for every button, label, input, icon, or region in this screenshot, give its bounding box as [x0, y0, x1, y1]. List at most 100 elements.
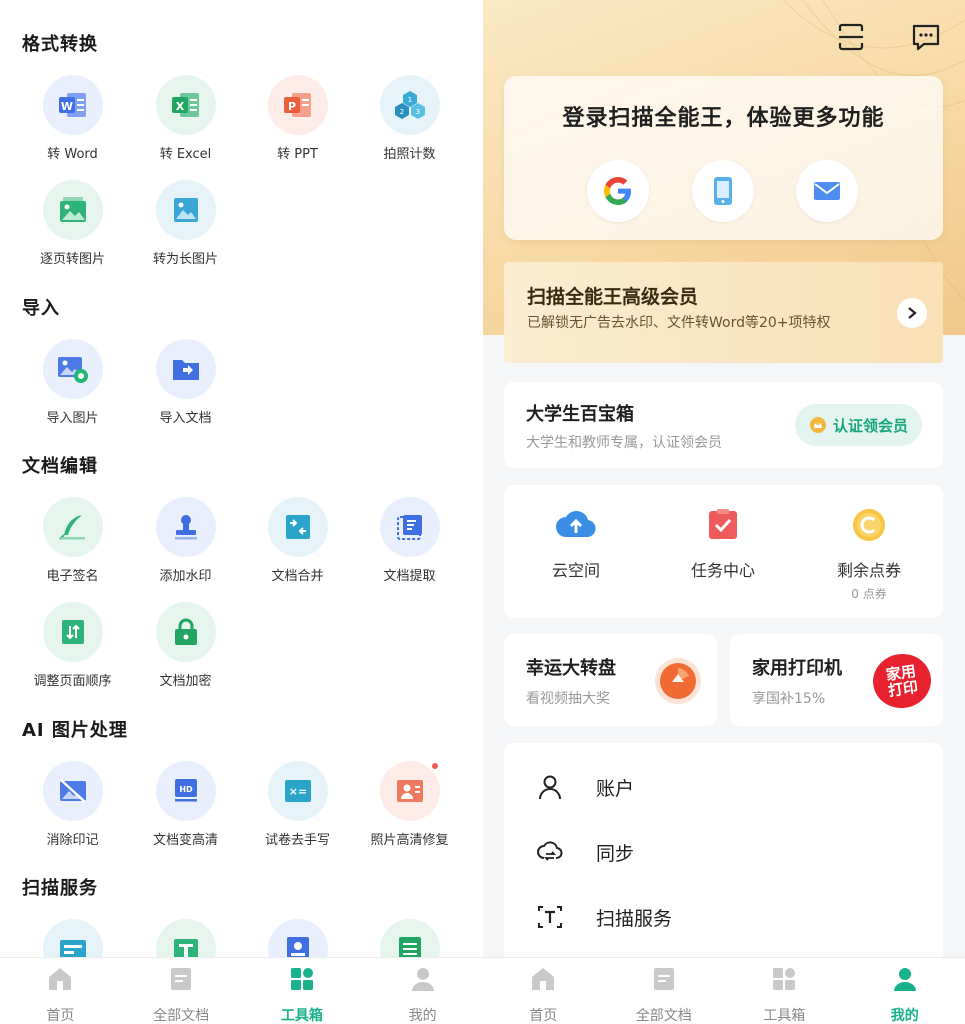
- tool-page-to-image[interactable]: 逐页转图片: [16, 180, 129, 267]
- tool-to-excel[interactable]: X 转 Excel: [129, 75, 242, 162]
- scan-icon[interactable]: [836, 22, 866, 52]
- tab-toolbox[interactable]: 工具箱: [242, 958, 363, 1024]
- settings-menu: 账户 同步 扫描服务: [504, 743, 943, 963]
- bottom-tab-bar: 首页 全部文档 工具箱 我的: [0, 957, 483, 1024]
- tool-watermark[interactable]: 添加水印: [129, 497, 242, 584]
- tool-encrypt[interactable]: 文档加密: [129, 602, 242, 689]
- message-icon[interactable]: [911, 22, 941, 52]
- printer-card[interactable]: 家用打印机 享国补15% 家用打印: [730, 634, 943, 726]
- student-card[interactable]: 大学生百宝箱 大学生和教师专属，认证领会员 认证领会员: [504, 382, 943, 468]
- signature-icon: [42, 497, 103, 557]
- tool-remove-handwriting[interactable]: ×= 试卷去手写: [241, 761, 354, 848]
- remove-handwriting-icon: ×=: [267, 761, 328, 821]
- coupon-item[interactable]: 剩余点券 0 点券: [799, 507, 939, 602]
- menu-item-sync[interactable]: 同步: [504, 820, 943, 884]
- printer-badge-text: 家用打印: [884, 662, 920, 700]
- toolbox-icon: [290, 968, 313, 990]
- login-title: 登录扫描全能王，体验更多功能: [562, 106, 885, 131]
- google-login-button[interactable]: [587, 160, 649, 222]
- vip-arrow-button[interactable]: [897, 298, 927, 328]
- student-title: 大学生百宝箱: [526, 404, 634, 425]
- tab-label: 首页: [529, 1008, 558, 1024]
- photo-count-icon: 12 3: [379, 75, 440, 135]
- svg-text:P: P: [287, 100, 295, 113]
- tool-label: 试卷去手写: [264, 833, 330, 848]
- tool-merge[interactable]: 文档合并: [241, 497, 354, 584]
- bottom-tab-bar: 首页 全部文档 工具箱 我的: [483, 957, 965, 1024]
- tab-label: 全部文档: [635, 1008, 692, 1024]
- tool-import-doc[interactable]: 导入文档: [129, 339, 242, 426]
- home-icon: [49, 968, 72, 990]
- vip-title: 扫描全能王高级会员: [527, 286, 699, 308]
- tool-reorder[interactable]: 调整页面顺序: [16, 602, 129, 689]
- tool-label: 转 Word: [47, 147, 98, 162]
- tool-label: 电子签名: [46, 569, 99, 584]
- stat-label: 云空间: [551, 561, 600, 580]
- extract-icon: [379, 497, 440, 557]
- svg-text:3: 3: [415, 108, 419, 116]
- tab-toolbox[interactable]: 工具箱: [724, 958, 845, 1024]
- certify-button[interactable]: 认证领会员: [794, 404, 922, 446]
- menu-item-scan-service[interactable]: 扫描服务: [504, 885, 943, 949]
- tab-home[interactable]: 首页: [0, 958, 121, 1024]
- erase-mark-icon: [42, 761, 103, 821]
- svg-text:×=: ×=: [288, 785, 306, 798]
- scan-service-icon: [538, 906, 562, 928]
- tool-photo-count[interactable]: 12 3 拍照计数: [353, 75, 466, 162]
- stat-label: 任务中心: [690, 561, 755, 580]
- tool-label: 添加水印: [159, 569, 212, 584]
- profile-icon: [411, 968, 434, 991]
- task-center-item[interactable]: 任务中心: [653, 507, 793, 581]
- tab-home[interactable]: 首页: [483, 958, 604, 1024]
- section-title-format: 格式转换: [22, 34, 98, 55]
- reorder-icon: [42, 602, 103, 662]
- notification-dot: [429, 761, 440, 771]
- phone-login-button[interactable]: [692, 160, 754, 222]
- email-login-button[interactable]: [796, 160, 858, 222]
- svg-text:HD: HD: [179, 785, 193, 794]
- tool-to-word[interactable]: W 转 Word: [16, 75, 129, 162]
- sync-icon: [537, 841, 563, 861]
- tool-signature[interactable]: 电子签名: [16, 497, 129, 584]
- menu-label: 同步: [596, 842, 635, 865]
- section-title-import: 导入: [22, 298, 60, 319]
- tab-documents[interactable]: 全部文档: [121, 958, 242, 1024]
- stat-label: 剩余点券: [836, 561, 901, 580]
- tool-extract[interactable]: 文档提取: [353, 497, 466, 584]
- certify-button-label: 认证领会员: [832, 416, 908, 435]
- lucky-wheel-card[interactable]: 幸运大转盘 看视频抽大奖: [504, 634, 717, 726]
- tool-long-image[interactable]: 转为长图片: [129, 180, 242, 267]
- menu-item-account[interactable]: 账户: [504, 755, 943, 819]
- chevron-right-icon: [908, 307, 917, 319]
- svg-text:2: 2: [399, 108, 403, 116]
- tool-label: 文档加密: [159, 674, 212, 689]
- cloud-upload-icon: [556, 511, 596, 538]
- crown-icon: [809, 417, 826, 433]
- printer-subtitle: 享国补15%: [752, 691, 826, 707]
- section-title-ai: AI 图片处理: [22, 720, 128, 741]
- tool-label: 转 Excel: [159, 147, 212, 162]
- tool-photo-restore[interactable]: 照片高清修复: [353, 761, 466, 848]
- tool-hd[interactable]: HD 文档变高清: [129, 761, 242, 848]
- tab-profile[interactable]: 我的: [845, 958, 965, 1024]
- tool-to-ppt[interactable]: P 转 PPT: [241, 75, 354, 162]
- tool-label: 转 PPT: [277, 147, 318, 162]
- phone-icon: [714, 177, 732, 205]
- coupon-count: 0 点券: [851, 587, 887, 601]
- tab-documents[interactable]: 全部文档: [604, 958, 725, 1024]
- tab-profile[interactable]: 我的: [362, 958, 483, 1024]
- photo-restore-icon: [379, 761, 440, 821]
- student-subtitle: 大学生和教师专属，认证领会员: [526, 435, 722, 451]
- profile-icon: [893, 968, 916, 991]
- tab-label: 全部文档: [153, 1008, 210, 1024]
- tool-erase-mark[interactable]: 消除印记: [16, 761, 129, 848]
- vip-card[interactable]: 扫描全能王高级会员 已解锁无广告去水印、文件转Word等20+项特权: [504, 262, 943, 363]
- tool-label: 导入图片: [46, 411, 99, 426]
- cloud-space-item[interactable]: 云空间: [506, 507, 646, 581]
- section-title-scan-service: 扫描服务: [22, 878, 98, 899]
- tool-import-image[interactable]: 导入图片: [16, 339, 129, 426]
- user-icon: [539, 775, 561, 800]
- documents-icon: [171, 968, 192, 990]
- svg-text:X: X: [175, 100, 184, 113]
- menu-label: 账户: [596, 777, 635, 800]
